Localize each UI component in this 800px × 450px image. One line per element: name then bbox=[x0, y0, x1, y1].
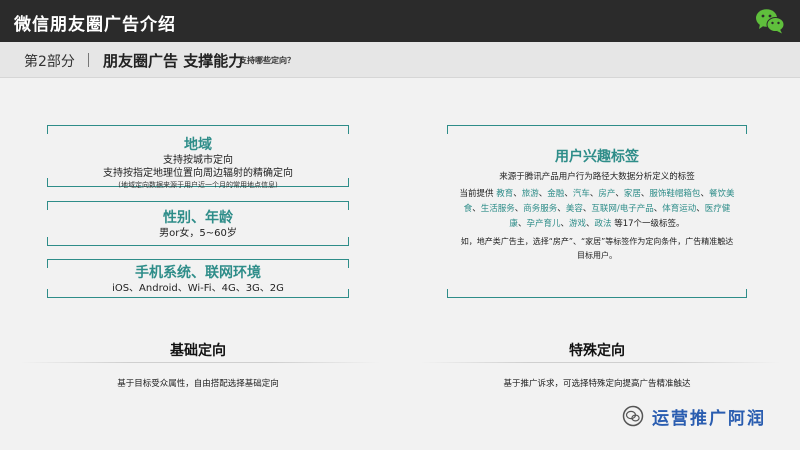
interest-intro: 来源于腾讯产品用户行为路径大数据分析定义的标签 bbox=[499, 172, 695, 182]
top-bar: 微信朋友圈广告介绍 bbox=[0, 0, 800, 42]
watermark-text: 运营推广阿润 bbox=[652, 408, 766, 429]
interest-tag: 服饰鞋帽箱包 bbox=[649, 189, 701, 199]
interest-tags: 教育、旅游、金融、汽车、房产、家居、服饰鞋帽箱包、餐饮美食、生活服务、商务服务、… bbox=[464, 189, 735, 229]
page-title: 微信朋友圈广告介绍 bbox=[14, 15, 176, 35]
tag-separator: 、 bbox=[586, 219, 595, 229]
interest-title: 用户兴趣标签 bbox=[555, 149, 639, 165]
interest-tag: 体育运动 bbox=[662, 204, 697, 214]
interest-tag: 旅游 bbox=[521, 189, 539, 199]
interest-list-prefix: 当前提供 bbox=[459, 189, 497, 199]
gender-age-line: 男or女，5~60岁 bbox=[159, 228, 237, 239]
part-label: 第2部分 bbox=[24, 54, 75, 70]
region-note: (地域定向数据来源于用户近一个月的常用地点信息) bbox=[118, 181, 278, 189]
interest-tag: 游戏 bbox=[568, 219, 586, 229]
tag-separator: 、 bbox=[560, 219, 569, 229]
device-network-box: 手机系统、联网环境 iOS、Android、Wi-Fi、4G、3G、2G bbox=[47, 259, 349, 298]
region-title: 地域 bbox=[184, 137, 212, 153]
tag-separator: 、 bbox=[696, 204, 705, 214]
region-line-1: 支持按城市定向 bbox=[163, 155, 233, 166]
divider bbox=[420, 362, 780, 363]
tag-separator: 、 bbox=[564, 189, 573, 199]
interest-tag: 生活服务 bbox=[480, 204, 515, 214]
wechat-official-account-icon bbox=[622, 405, 644, 427]
section-bar: 第2部分 朋友圈广告 支撑能力 支持哪些定向？ bbox=[0, 42, 800, 78]
gender-age-box: 性别、年龄 男or女，5~60岁 bbox=[47, 201, 349, 246]
tag-separator: 、 bbox=[513, 189, 522, 199]
section-question: 支持哪些定向？ bbox=[239, 56, 295, 65]
watermark: 运营推广阿润 bbox=[622, 402, 766, 430]
interest-tag: 汽车 bbox=[572, 189, 590, 199]
gender-age-title: 性别、年龄 bbox=[163, 210, 233, 226]
interest-tag: 美容 bbox=[565, 204, 583, 214]
special-targeting-heading: 特殊定向 bbox=[569, 343, 625, 359]
wechat-logo-icon bbox=[756, 9, 785, 34]
interest-tag: 金融 bbox=[547, 189, 565, 199]
divider bbox=[20, 362, 380, 363]
tag-separator: 、 bbox=[700, 189, 709, 199]
interest-tag: 政法 bbox=[594, 219, 612, 229]
interest-example: 如，地产类广告主，选择“房产”、“家居”等标签作为定向条件，广告精准触达目标用户… bbox=[460, 237, 734, 260]
section-title: 朋友圈广告 支撑能力 bbox=[103, 52, 244, 70]
divider bbox=[88, 53, 89, 67]
basic-targeting-heading: 基础定向 bbox=[170, 343, 226, 359]
device-network-title: 手机系统、联网环境 bbox=[135, 265, 261, 281]
tag-separator: 、 bbox=[514, 204, 524, 214]
region-box: 地域 支持按城市定向 支持按指定地理位置向周边辐射的精确定向 (地域定向数据来源… bbox=[47, 125, 349, 189]
device-network-line: iOS、Android、Wi-Fi、4G、3G、2G bbox=[112, 283, 284, 294]
special-targeting-caption: 基于推广诉求，可选择特殊定向提高广告精准触达 bbox=[503, 379, 691, 389]
tag-separator: 、 bbox=[615, 189, 624, 199]
tag-separator: 、 bbox=[472, 204, 481, 214]
interest-tag: 孕产育儿 bbox=[526, 219, 561, 229]
interest-list-suffix: 等17个一级标签。 bbox=[611, 219, 685, 229]
interest-tag: 教育 bbox=[496, 189, 514, 199]
region-line-2: 支持按指定地理位置向周边辐射的精确定向 bbox=[103, 168, 293, 179]
tag-separator: 、 bbox=[653, 204, 663, 214]
tag-separator: 、 bbox=[557, 204, 566, 214]
interest-tag: 房产 bbox=[598, 189, 616, 199]
interest-tag-list: 当前提供 教育、旅游、金融、汽车、房产、家居、服饰鞋帽箱包、餐饮美食、生活服务、… bbox=[457, 187, 737, 232]
interest-tag: 商务服务 bbox=[523, 204, 558, 214]
interest-tag: 家居 bbox=[623, 189, 641, 199]
interest-tag-box: 用户兴趣标签 来源于腾讯产品用户行为路径大数据分析定义的标签 当前提供 教育、旅… bbox=[447, 125, 747, 298]
basic-targeting-caption: 基于目标受众属性，自由搭配选择基础定向 bbox=[117, 379, 279, 389]
interest-tag: 互联网/电子产品 bbox=[591, 204, 654, 214]
